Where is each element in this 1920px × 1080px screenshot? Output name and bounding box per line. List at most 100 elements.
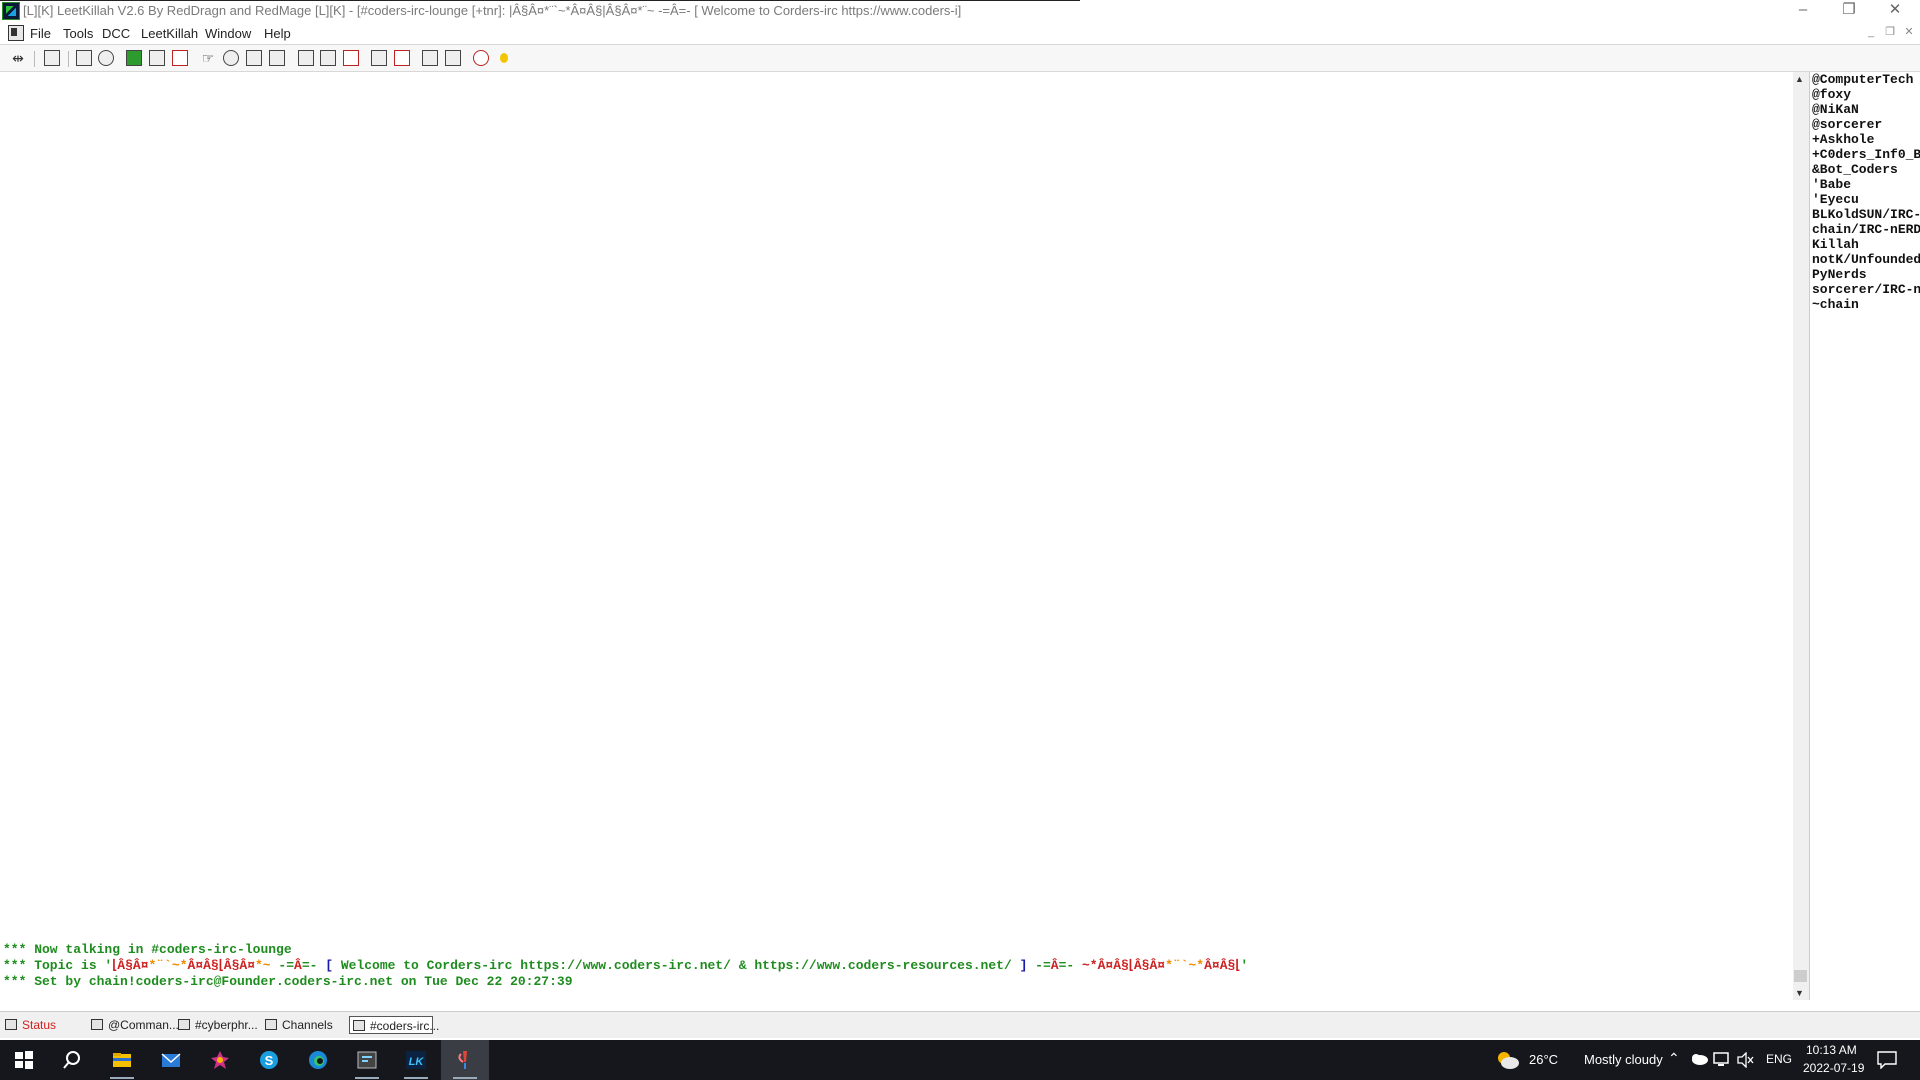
list-window-icon [265, 1019, 277, 1030]
close-window-icon[interactable] [343, 50, 359, 66]
ping-icon[interactable] [223, 50, 239, 66]
mail-icon[interactable] [147, 1040, 195, 1080]
terminal-icon[interactable] [343, 1040, 391, 1080]
switch-tab-label: Status [22, 1018, 57, 1032]
nick-item[interactable]: +Askhole [1810, 132, 1920, 147]
leetkillah-icon[interactable]: LK [392, 1040, 440, 1080]
onedrive-cloud-icon[interactable] [1690, 1053, 1708, 1065]
start-icon[interactable] [0, 1040, 48, 1080]
notification-center-icon[interactable] [1877, 1051, 1897, 1069]
help-icon[interactable] [473, 50, 489, 66]
nick-item[interactable]: Killah [1810, 237, 1920, 252]
leetkillah-app-icon[interactable] [2, 2, 20, 20]
menu-tools[interactable]: Tools [63, 26, 93, 41]
options-icon[interactable] [44, 50, 60, 66]
dcc-send-icon[interactable] [371, 50, 387, 66]
mdi-window-icon[interactable] [8, 25, 24, 41]
nick-item[interactable]: 'Babe [1810, 177, 1920, 192]
input-language[interactable]: ENG [1766, 1052, 1792, 1066]
nick-item[interactable]: sorcerer/IRC-n [1810, 282, 1920, 297]
tile-window-icon[interactable] [298, 50, 314, 66]
tray-chevron-up-icon[interactable]: ⌃ [1668, 1050, 1680, 1067]
title-accent-line [0, 0, 1080, 1]
toolbar-separator [34, 51, 35, 67]
network-icon[interactable] [1713, 1052, 1731, 1068]
nick-item[interactable]: @sorcerer [1810, 117, 1920, 132]
send-icon[interactable]: ☞ [200, 50, 216, 66]
colors-icon[interactable] [149, 50, 165, 66]
clock-date[interactable]: 2022-07-19 [1803, 1061, 1864, 1075]
url-list-icon[interactable] [98, 50, 114, 66]
dcc-chat-icon[interactable] [394, 50, 410, 66]
address-book-icon[interactable] [76, 50, 92, 66]
script-editor-icon[interactable] [126, 50, 142, 66]
clock-time[interactable]: 10:13 AM [1806, 1043, 1857, 1057]
topic-fragment: =- [301, 958, 326, 973]
app-star-icon[interactable] [196, 1040, 244, 1080]
channel-chat-area[interactable]: *** Now talking in #coders-irc-lounge ***… [0, 72, 1793, 1000]
menu-window[interactable]: Window [205, 26, 251, 41]
nick-item[interactable]: 'Eyecu [1810, 192, 1920, 207]
remote-icon[interactable] [172, 50, 188, 66]
switch-tab-status[interactable]: Status [2, 1016, 84, 1034]
topic-fragment: [ [325, 958, 334, 973]
user-icon[interactable] [496, 50, 512, 66]
connect-icon[interactable]: ⇹ [10, 50, 26, 66]
topic-fragment: *¨`~* [148, 958, 188, 973]
menu-leetkillah[interactable]: LeetKillah [141, 26, 198, 41]
nick-item[interactable]: BLKoldSUN/IRC- [1810, 207, 1920, 222]
nick-item[interactable]: ~chain [1810, 297, 1920, 312]
window-minimize-button[interactable]: – [1780, 0, 1826, 22]
scroll-down-arrow-icon[interactable]: ▼ [1795, 988, 1804, 998]
nick-list: @ComputerTech @foxy @NiKaN @sorcerer +As… [1809, 72, 1920, 1000]
weather-temp[interactable]: 26°C [1529, 1052, 1558, 1067]
channel-window-icon [353, 1020, 365, 1031]
chat-line-topic: *** Topic is '⌊Â§Â¤*¨`~*Â¤Â§⌊Â§Â¤*~ -=Â=… [3, 958, 1248, 974]
window-title: [L][K] LeetKillah V2.6 By RedDragn and R… [23, 3, 962, 18]
chat-messages: *** Now talking in #coders-irc-lounge ***… [3, 942, 1248, 990]
weather-desc[interactable]: Mostly cloudy [1584, 1052, 1663, 1067]
scrollbar-thumb[interactable] [1794, 970, 1807, 982]
switch-tab-coders-irc-lounge[interactable]: #coders-irc... [349, 1016, 439, 1034]
window-restore-button[interactable]: ❐ [1826, 0, 1872, 22]
window-close-button[interactable]: ✕ [1872, 0, 1918, 22]
scroll-up-arrow-icon[interactable]: ▲ [1795, 74, 1804, 84]
nick-item[interactable]: +C0ders_Inf0_B [1810, 147, 1920, 162]
split-horizontal-icon[interactable] [422, 50, 438, 66]
topic-suffix: ' [1240, 958, 1249, 973]
notify-icon[interactable] [269, 50, 285, 66]
nick-item[interactable]: chain/IRC-nERD [1810, 222, 1920, 237]
irc-active-icon[interactable] [441, 1040, 489, 1080]
nick-item[interactable]: @foxy [1810, 87, 1920, 102]
mdi-close-button[interactable]: ✕ [1900, 26, 1918, 40]
channel-list-icon[interactable] [246, 50, 262, 66]
topic-welcome-text: Welcome to Corders-irc https://www.coder… [333, 958, 1020, 973]
search-icon[interactable] [48, 1040, 96, 1080]
nick-item[interactable]: notK/Unfounded [1810, 252, 1920, 267]
file-explorer-icon[interactable] [98, 1040, 146, 1080]
switch-tab-channel[interactable]: #cyberphr... [175, 1016, 258, 1034]
nick-item[interactable]: @ComputerTech [1810, 72, 1920, 87]
query-window-icon [91, 1019, 103, 1030]
menu-help[interactable]: Help [264, 26, 291, 41]
chat-scrollbar[interactable]: ▲ ▼ [1793, 72, 1809, 1000]
split-vertical-icon[interactable] [445, 50, 461, 66]
nick-item[interactable]: &Bot_Coders [1810, 162, 1920, 177]
menu-file[interactable]: File [30, 26, 51, 41]
mdi-restore-button[interactable]: ❐ [1881, 26, 1899, 40]
status-window-icon [5, 1019, 17, 1030]
cascade-window-icon[interactable] [320, 50, 336, 66]
topic-fragment: =- [1058, 958, 1082, 973]
weather-cloud-icon[interactable] [1496, 1050, 1520, 1070]
menu-dcc[interactable]: DCC [102, 26, 130, 41]
switch-tab-query[interactable]: @Comman... [88, 1016, 179, 1034]
edge-icon[interactable] [294, 1040, 342, 1080]
switch-tab-channels-list[interactable]: Channels [262, 1016, 344, 1034]
nick-item[interactable]: PyNerds [1810, 267, 1920, 282]
skype-icon[interactable]: S [245, 1040, 293, 1080]
volume-muted-icon[interactable] [1737, 1052, 1755, 1068]
windows-taskbar: S LK 26°C Mostly cloudy ⌃ ENG 10:13 AM 2… [0, 1040, 1920, 1080]
nick-item[interactable]: @NiKaN [1810, 102, 1920, 117]
topic-fragment: Â¤Â§⌊ [1204, 958, 1241, 973]
mdi-minimize-button[interactable]: _ [1862, 26, 1880, 40]
